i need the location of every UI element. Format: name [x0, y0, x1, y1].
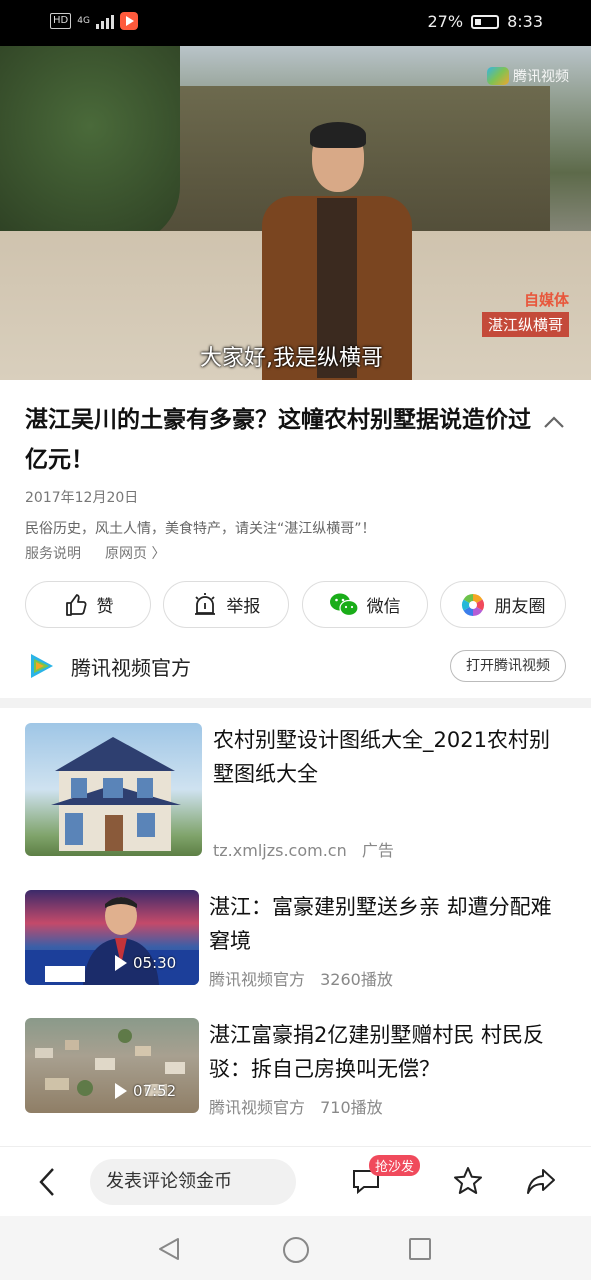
service-link[interactable]: 服务说明	[25, 543, 81, 563]
battery-percent: 27%	[427, 12, 464, 31]
back-arrow-icon[interactable]	[35, 1165, 59, 1199]
source-row: 腾讯视频官方 打开腾讯视频	[25, 648, 566, 684]
sofa-badge: 抢沙发	[369, 1155, 421, 1176]
hd-indicator: HD	[50, 13, 72, 29]
tencent-video-logo-icon	[487, 67, 509, 85]
video-channel-badge: 自媒体 湛江纵横哥	[481, 289, 569, 337]
publish-date: 2017年12月20日	[25, 490, 139, 506]
nav-back-icon[interactable]	[156, 1236, 182, 1262]
ad-thumbnail	[25, 723, 202, 856]
video-background-trees	[0, 46, 180, 246]
feed-item-title: 湛江富豪捐2亿建别墅赠村民 村民反驳：拆自己房换叫无偿？	[209, 1023, 545, 1081]
action-buttons: 赞 举报 微信 朋友圈	[25, 581, 566, 628]
thumbs-up-icon	[65, 593, 87, 616]
tencent-video-logo-icon	[31, 654, 53, 678]
feed-item-plays: 710播放	[320, 1098, 383, 1117]
feed-item-author: 腾讯视频官方	[209, 1098, 306, 1117]
wechat-icon	[329, 593, 359, 616]
star-icon[interactable]	[452, 1165, 484, 1197]
feed-item-ad[interactable]: 农村别墅设计图纸大全_2021农村别墅图纸大全 tz.xmljzs.com.cn…	[25, 723, 566, 860]
nav-home-icon[interactable]	[283, 1237, 309, 1263]
wechat-share-button[interactable]: 微信	[301, 581, 428, 628]
like-button[interactable]: 赞	[25, 581, 151, 628]
video-subtitle: 大家好,我是纵横哥	[200, 346, 383, 371]
video-duration: 07:52	[115, 1082, 176, 1100]
original-page-link[interactable]: 原网页 〉	[105, 543, 165, 563]
report-button[interactable]: 举报	[163, 581, 290, 628]
article-description: 民俗历史，风土人情，美食特产，请关注“湛江纵横哥”！	[25, 521, 376, 537]
ad-domain: tz.xmljzs.com.cn	[213, 841, 347, 860]
article-title: 湛江吴川的土豪有多豪？这幢农村别墅据说造价过亿元！	[25, 407, 531, 473]
feed-item-title: 湛江：富豪建别墅送乡亲 却遭分配难窘境	[209, 895, 552, 953]
feed-item-author: 腾讯视频官方	[209, 970, 306, 989]
villa-image	[51, 737, 181, 851]
source-name[interactable]: 腾讯视频官方	[71, 652, 191, 681]
battery-icon	[471, 14, 500, 29]
moments-share-button[interactable]: 朋友圈	[439, 581, 566, 628]
ad-tag: 广告	[361, 841, 394, 860]
video-duration: 05:30	[115, 954, 176, 972]
chevron-up-icon[interactable]	[542, 410, 566, 434]
comment-input[interactable]: 发表评论领金币	[90, 1159, 296, 1205]
report-icon	[195, 592, 216, 615]
share-icon[interactable]	[525, 1165, 557, 1197]
video-thumbnail: 05:30	[25, 890, 199, 985]
bottom-action-bar: 发表评论领金币 抢沙发	[0, 1146, 591, 1216]
video-watermark: 腾讯视频	[487, 66, 569, 86]
moments-icon	[462, 593, 485, 616]
app-notification-icon	[119, 12, 138, 30]
feed-item-plays: 3260播放	[320, 970, 393, 989]
section-divider	[0, 698, 591, 708]
feed-item-video[interactable]: 07:52 湛江富豪捐2亿建别墅赠村民 村民反驳：拆自己房换叫无偿？ 腾讯视频官…	[25, 1018, 566, 1117]
feed-item-video[interactable]: 05:30 湛江：富豪建别墅送乡亲 却遭分配难窘境 腾讯视频官方 3260播放	[25, 890, 566, 989]
signal-icon	[95, 13, 114, 29]
network-type: 4G	[77, 16, 90, 26]
clock: 8:33	[507, 12, 543, 31]
nav-recents-icon[interactable]	[409, 1238, 431, 1260]
feed-item-title: 农村别墅设计图纸大全_2021农村别墅图纸大全	[213, 728, 550, 786]
video-thumbnail: 07:52	[25, 1018, 199, 1113]
status-bar: HD 4G 27% 8:33	[0, 0, 591, 46]
video-player[interactable]: 腾讯视频 自媒体 湛江纵横哥 大家好,我是纵横哥	[0, 46, 591, 380]
system-navigation-bar	[0, 1216, 591, 1280]
open-tencent-video-button[interactable]: 打开腾讯视频	[450, 650, 566, 682]
